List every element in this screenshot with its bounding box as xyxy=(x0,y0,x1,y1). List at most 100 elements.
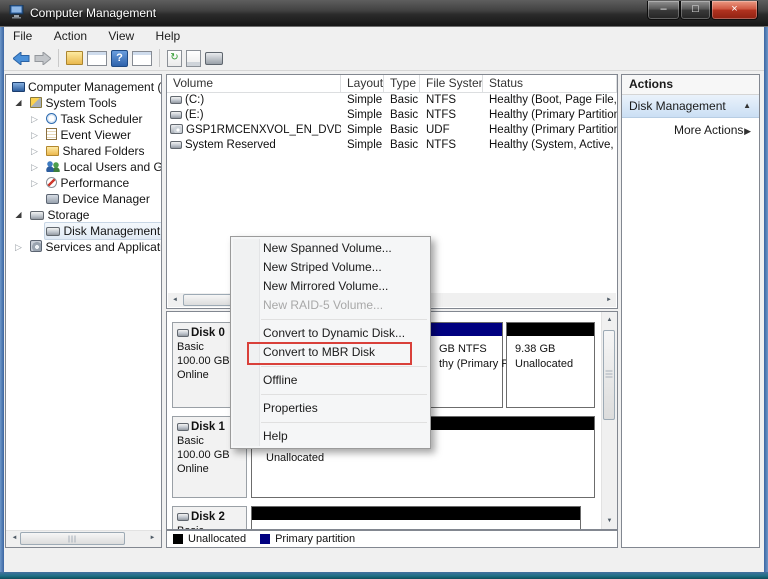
window-border-right xyxy=(764,27,768,579)
menu-item-new-mirrored-volume[interactable]: New Mirrored Volume... xyxy=(231,277,430,296)
volume-row-e[interactable]: (E:) Simple Basic NTFS Healthy (Primary … xyxy=(167,108,617,123)
back-icon[interactable] xyxy=(13,52,30,65)
tree-item-storage[interactable]: ◢ Storage xyxy=(6,207,161,223)
console-window-icon[interactable] xyxy=(87,51,107,66)
close-button[interactable]: × xyxy=(711,1,758,20)
column-type[interactable]: Type xyxy=(384,75,420,92)
menu-item-help[interactable]: Help xyxy=(231,427,430,446)
tree-item-computer-management[interactable]: Computer Management (L xyxy=(6,79,161,95)
disk-icon xyxy=(177,329,189,337)
menu-separator xyxy=(261,366,427,367)
menu-view[interactable]: View xyxy=(99,27,143,45)
expander-collapsed-icon[interactable]: ▷ xyxy=(29,143,40,159)
column-volume[interactable]: Volume xyxy=(167,75,341,92)
submenu-arrow-icon: ▶ xyxy=(744,119,751,143)
maximize-button[interactable]: □ xyxy=(680,1,711,20)
tree-item-task-scheduler[interactable]: ▷ Task Scheduler xyxy=(6,111,161,127)
shared-folders-icon xyxy=(46,146,59,156)
disk-icon xyxy=(177,423,189,431)
tree-item-device-manager[interactable]: Device Manager xyxy=(6,191,161,207)
unallocated-band xyxy=(507,323,594,336)
volume-row-dvd[interactable]: GSP1RMCENXVOL_EN_DVD (D:) Simple Basic U… xyxy=(167,123,617,138)
tree-item-event-viewer[interactable]: ▷ Event Viewer xyxy=(6,127,161,143)
menu-item-new-striped-volume[interactable]: New Striped Volume... xyxy=(231,258,430,277)
expander-collapsed-icon[interactable]: ▷ xyxy=(13,239,24,255)
menu-separator xyxy=(261,319,427,320)
expander-collapsed-icon[interactable]: ▷ xyxy=(29,159,40,175)
tree-item-local-users-groups[interactable]: ▷ Local Users and Gro xyxy=(6,159,161,175)
drive-icon xyxy=(170,111,182,119)
toolbar-separator xyxy=(58,49,59,67)
drive-icon xyxy=(170,141,182,149)
menu-item-properties[interactable]: Properties xyxy=(231,399,430,418)
window-border-bottom xyxy=(0,572,768,579)
unallocated-legend-swatch xyxy=(173,534,183,544)
primary-partition-legend-swatch xyxy=(260,534,270,544)
disk-icon xyxy=(177,513,189,521)
menu-bar: File Action View Help xyxy=(4,27,764,46)
scroll-left-icon[interactable]: ◄ xyxy=(168,293,182,307)
scroll-right-icon[interactable]: ► xyxy=(145,531,160,546)
expander-collapsed-icon[interactable]: ▷ xyxy=(29,127,40,143)
highlight-annotation-box xyxy=(247,342,412,365)
window-title: Computer Management xyxy=(30,6,156,20)
scroll-up-icon[interactable]: ▲ xyxy=(602,313,617,327)
toolbar-separator xyxy=(159,49,160,67)
disk-vertical-scrollbar[interactable]: ▲ ▼ xyxy=(601,312,617,529)
expander-collapsed-icon[interactable]: ▷ xyxy=(29,111,40,127)
scroll-down-icon[interactable]: ▼ xyxy=(602,514,617,528)
primary-partition-legend-label: Primary partition xyxy=(275,533,355,545)
scroll-right-icon[interactable]: ► xyxy=(602,293,616,307)
drive-icon xyxy=(170,96,182,104)
column-file-system[interactable]: File System xyxy=(420,75,483,92)
tree-item-performance[interactable]: ▷ Performance xyxy=(6,175,161,191)
volume-row-c[interactable]: (C:) Simple Basic NTFS Healthy (Boot, Pa… xyxy=(167,93,617,108)
menu-action[interactable]: Action xyxy=(45,27,96,45)
forward-icon[interactable] xyxy=(34,52,51,65)
disk0-partition-unallocated[interactable]: 9.38 GB Unallocated xyxy=(506,322,595,408)
expander-expanded-icon[interactable]: ◢ xyxy=(13,207,24,223)
menu-item-offline[interactable]: Offline xyxy=(231,371,430,390)
disk2-label[interactable]: Disk 2 Basic xyxy=(172,506,247,530)
tree-item-system-tools[interactable]: ◢ System Tools xyxy=(6,95,161,111)
export-list-icon[interactable] xyxy=(66,51,83,65)
disk-tool-icon[interactable] xyxy=(205,52,223,65)
minimize-button[interactable]: – xyxy=(647,1,680,20)
disk-context-menu: New Spanned Volume... New Striped Volume… xyxy=(230,236,431,449)
menu-separator xyxy=(261,422,427,423)
actions-pane: Actions Disk Management ▲ More Actions ▶ xyxy=(621,74,760,548)
column-layout[interactable]: Layout xyxy=(341,75,384,92)
tree-item-shared-folders[interactable]: ▷ Shared Folders xyxy=(6,143,161,159)
collapse-icon[interactable]: ▲ xyxy=(743,95,751,117)
disk2-partition-unallocated[interactable] xyxy=(251,506,581,530)
tree-horizontal-scrollbar[interactable]: ◄ ► xyxy=(6,530,161,547)
console-window-icon-2[interactable] xyxy=(132,51,152,66)
selected-tree-item[interactable]: Disk Management xyxy=(44,222,162,240)
properties-icon[interactable] xyxy=(186,50,201,67)
tree-item-services-applications[interactable]: ▷ Services and Applicatio xyxy=(6,239,161,255)
menu-item-convert-to-dynamic-disk[interactable]: Convert to Dynamic Disk... xyxy=(231,324,430,343)
menu-item-new-spanned-volume[interactable]: New Spanned Volume... xyxy=(231,239,430,258)
actions-disk-management-group[interactable]: Disk Management ▲ xyxy=(622,95,759,118)
performance-icon xyxy=(46,177,57,188)
title-bar[interactable]: Computer Management – □ × xyxy=(0,0,768,27)
event-viewer-icon xyxy=(46,128,57,140)
unallocated-legend-label: Unallocated xyxy=(188,533,246,545)
refresh-icon[interactable]: ↻ xyxy=(167,50,182,67)
menu-help[interactable]: Help xyxy=(147,27,190,45)
expander-expanded-icon[interactable]: ◢ xyxy=(13,95,24,111)
column-status[interactable]: Status xyxy=(483,75,617,92)
menu-file[interactable]: File xyxy=(4,27,41,45)
menu-item-new-raid5-volume: New RAID-5 Volume... xyxy=(231,296,430,315)
storage-icon xyxy=(30,211,44,220)
more-actions-item[interactable]: More Actions ▶ xyxy=(622,118,759,142)
expander-collapsed-icon[interactable]: ▷ xyxy=(29,175,40,191)
help-icon[interactable]: ? xyxy=(111,50,128,67)
scrollbar-thumb[interactable] xyxy=(20,532,125,545)
volume-row-system-reserved[interactable]: System Reserved Simple Basic NTFS Health… xyxy=(167,138,617,153)
local-users-icon xyxy=(46,161,60,172)
unallocated-band xyxy=(252,507,580,520)
tree-item-disk-management[interactable]: Disk Management xyxy=(6,223,161,239)
console-tree-panel: Computer Management (L ◢ System Tools ▷ … xyxy=(5,74,162,548)
scrollbar-thumb[interactable] xyxy=(603,330,615,420)
